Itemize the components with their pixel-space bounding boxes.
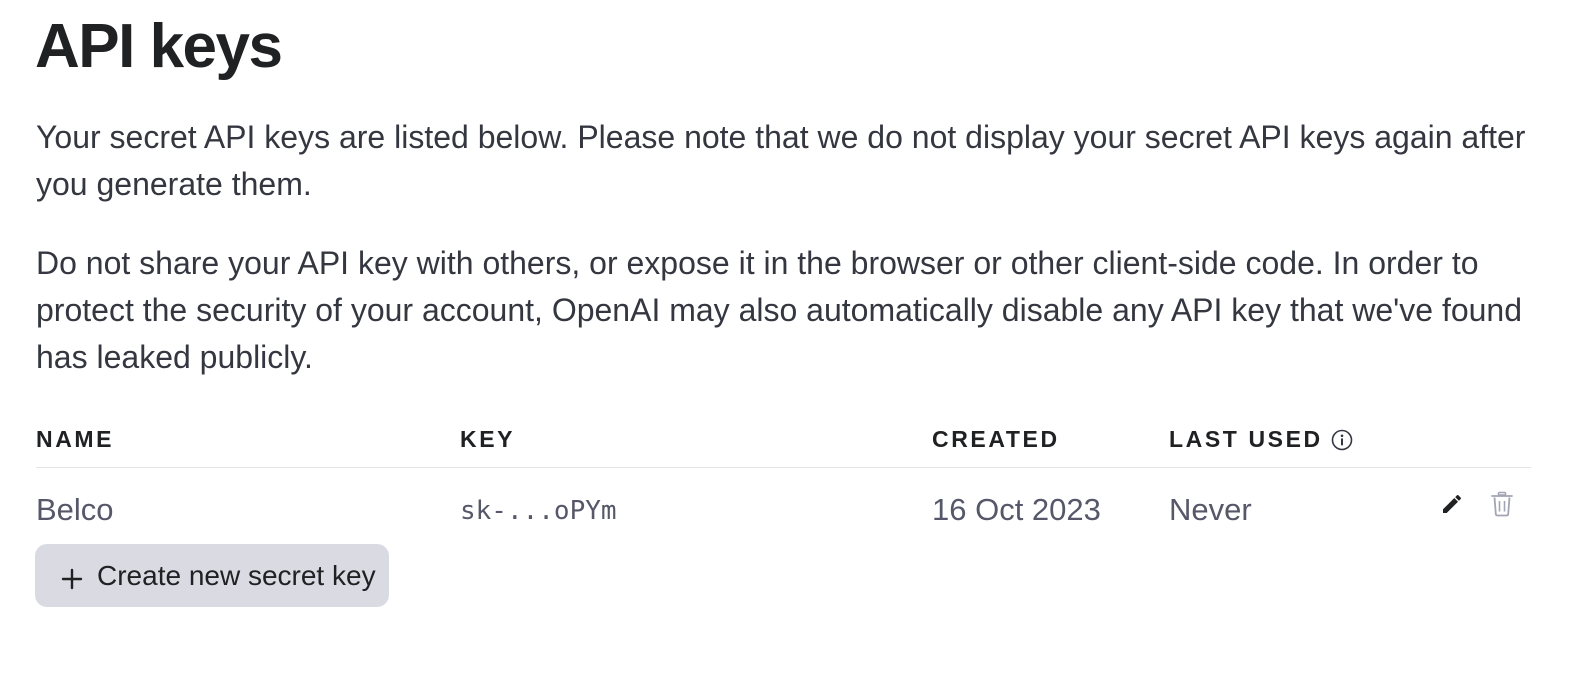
key-created-cell: 16 Oct 2023 bbox=[932, 492, 1101, 527]
key-value-cell: sk-...oPYm bbox=[460, 496, 617, 526]
row-actions bbox=[1438, 490, 1516, 518]
pencil-icon bbox=[1443, 495, 1461, 513]
column-header-name-label: NAME bbox=[36, 426, 115, 452]
table-header: NAME KEY CREATED LAST USED bbox=[36, 418, 1531, 468]
api-keys-table: NAME KEY CREATED LAST USED Belco sk-...o… bbox=[36, 418, 1531, 544]
column-header-last-used: LAST USED bbox=[1169, 426, 1353, 453]
edit-key-button[interactable] bbox=[1438, 490, 1466, 518]
trash-icon bbox=[1491, 491, 1513, 517]
column-header-key: KEY bbox=[460, 426, 515, 453]
plus-icon bbox=[61, 565, 83, 589]
info-icon[interactable] bbox=[1331, 429, 1353, 451]
create-new-secret-key-button[interactable]: Create new secret key bbox=[35, 544, 389, 607]
page-title: API keys bbox=[35, 12, 283, 81]
column-header-created: CREATED bbox=[932, 426, 1060, 453]
table-row: Belco sk-...oPYm 16 Oct 2023 Never bbox=[36, 468, 1531, 544]
column-header-created-label: CREATED bbox=[932, 426, 1060, 452]
column-header-name: NAME bbox=[36, 426, 114, 453]
key-name-cell: Belco bbox=[36, 492, 114, 527]
security-warning-paragraph: Do not share your API key with others, o… bbox=[36, 245, 1523, 375]
key-last-used-cell: Never bbox=[1169, 492, 1252, 527]
api-keys-page: API keys Your secret API keys are listed… bbox=[0, 0, 1594, 692]
intro-paragraph: Your secret API keys are listed below. P… bbox=[36, 119, 1526, 202]
column-header-key-label: KEY bbox=[460, 426, 516, 452]
column-header-last-used-label: LAST USED bbox=[1169, 426, 1323, 452]
delete-key-button[interactable] bbox=[1488, 490, 1516, 518]
create-button-label: Create new secret key bbox=[97, 559, 376, 591]
